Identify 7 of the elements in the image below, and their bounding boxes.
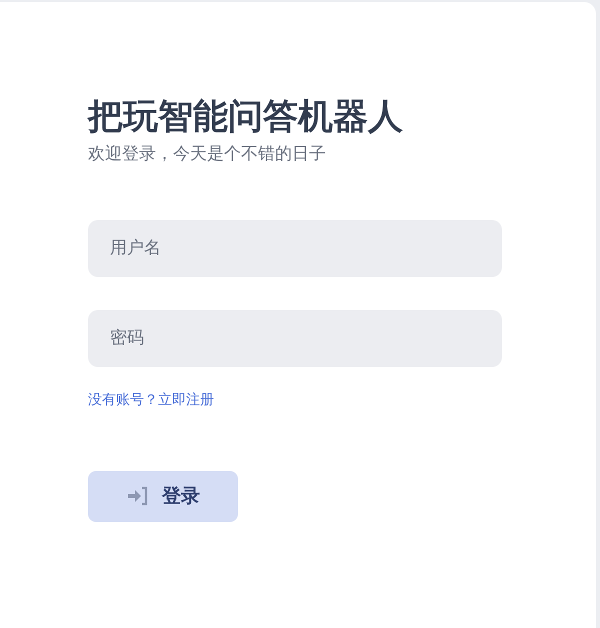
username-field[interactable]: 用户名 <box>88 220 502 276</box>
welcome-subtitle: 欢迎登录，今天是个不错的日子 <box>88 143 327 166</box>
register-link[interactable]: 没有账号？立即注册 <box>88 392 214 408</box>
login-button[interactable]: 登录 <box>88 470 238 522</box>
password-field[interactable]: 密码 <box>88 310 502 366</box>
login-icon <box>126 486 150 506</box>
app-title: 把玩智能问答机器人 <box>88 96 404 138</box>
